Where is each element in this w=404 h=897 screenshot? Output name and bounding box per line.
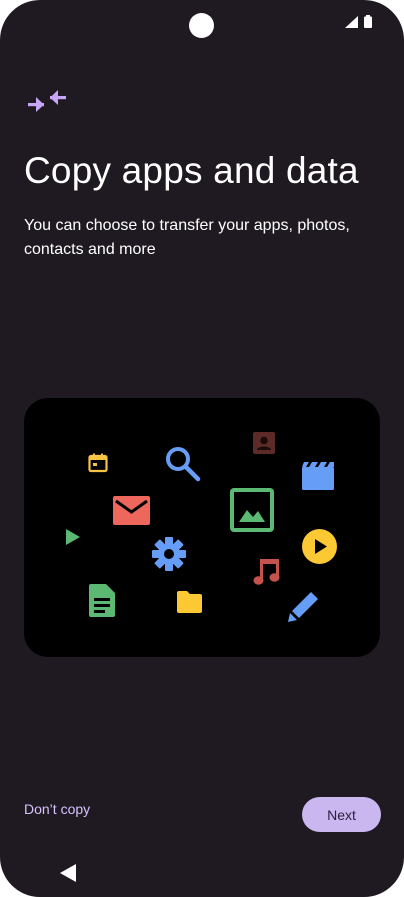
battery-icon [364, 15, 372, 28]
folder-icon [177, 591, 202, 613]
video-clapper-icon [302, 462, 334, 490]
play-icon [66, 529, 80, 545]
transfer-icon [28, 90, 66, 112]
document-icon [89, 584, 115, 617]
page-subtitle: You can choose to transfer your apps, ph… [24, 217, 350, 258]
pencil-icon [288, 592, 318, 622]
nav-back-icon[interactable] [60, 864, 76, 882]
camera-cutout [189, 13, 214, 38]
search-icon [166, 447, 201, 482]
music-note-icon [253, 559, 280, 585]
calendar-icon [88, 453, 108, 473]
mail-icon [113, 496, 150, 525]
phone-screen: Copy apps and data You can choose to tra… [0, 0, 404, 897]
status-bar-icons [345, 15, 372, 28]
signal-icon [345, 15, 358, 28]
image-icon [230, 488, 274, 532]
next-button[interactable]: Next [302, 797, 381, 832]
play-circle-icon [302, 529, 337, 564]
dont-copy-button[interactable]: Don’t copy [24, 801, 90, 817]
settings-gear-icon [152, 537, 186, 571]
data-types-illustration [24, 398, 380, 657]
contact-icon [253, 432, 275, 454]
page-title: Copy apps and data [24, 150, 359, 191]
